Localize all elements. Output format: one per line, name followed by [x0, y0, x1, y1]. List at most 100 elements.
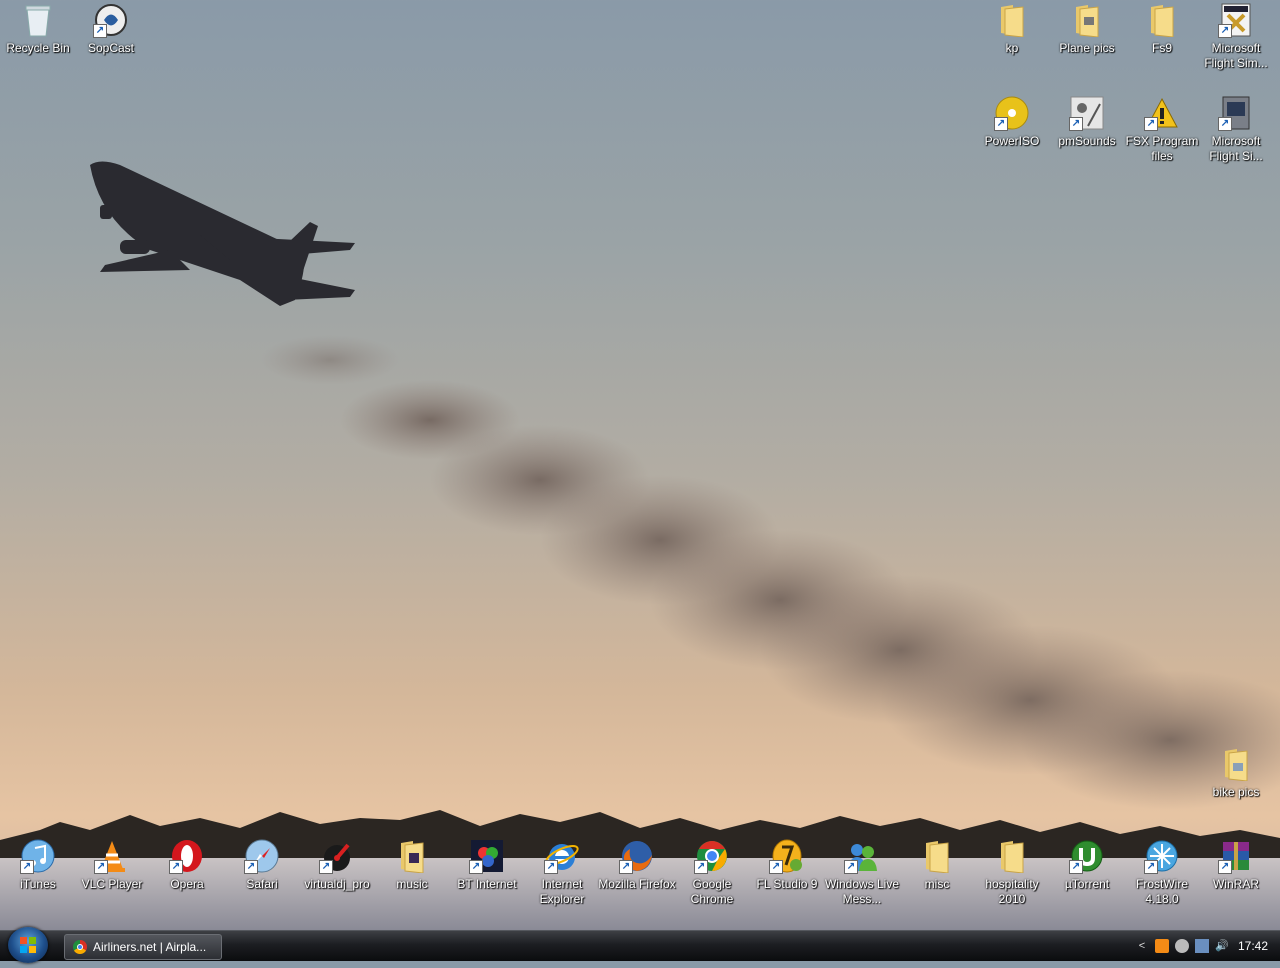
shortcut-arrow-icon: ↗: [20, 860, 34, 874]
windows-logo-icon: [20, 937, 36, 953]
taskbar: Airliners.net | Airpla... < 🔊 17:42: [0, 927, 1280, 963]
fl-studio-icon: ↗: [769, 838, 805, 874]
icon-label: music: [396, 877, 428, 891]
start-button[interactable]: [8, 927, 48, 963]
icon-label: pmSounds: [1058, 134, 1116, 148]
icon-label: hospitality 2010: [985, 877, 1039, 906]
sopcast-icon: ↗: [93, 2, 129, 38]
shortcut-arrow-icon: ↗: [169, 860, 183, 874]
pmsounds-icon: ↗: [1069, 95, 1105, 131]
desktop-icon-flight-sim-2[interactable]: ↗ Microsoft Flight Si...: [1198, 95, 1274, 164]
folder-icon: [394, 838, 430, 874]
desktop-icon-vlc[interactable]: ↗ VLC Player: [74, 838, 150, 892]
internet-explorer-icon: ↗: [544, 838, 580, 874]
desktop-icon-sopcast[interactable]: ↗ SopCast: [73, 2, 149, 56]
icon-label: BT Internet: [457, 877, 517, 891]
icon-label: Microsoft Flight Sim...: [1204, 41, 1268, 70]
volume-icon[interactable]: 🔊: [1215, 939, 1229, 953]
shortcut-arrow-icon: ↗: [994, 117, 1008, 131]
desktop-icon-firefox[interactable]: ↗ Mozilla Firefox: [598, 838, 676, 892]
desktop-icon-pmsounds[interactable]: ↗ pmSounds: [1049, 95, 1125, 149]
safari-icon: ↗: [244, 838, 280, 874]
desktop-icon-fl-studio[interactable]: ↗ FL Studio 9: [749, 838, 825, 892]
flight-sim-icon: ↗: [1218, 95, 1254, 131]
icon-label: PowerISO: [984, 134, 1040, 148]
desktop-icon-itunes[interactable]: ↗ iTunes: [0, 838, 76, 892]
icon-label: Google Chrome: [690, 877, 734, 906]
shortcut-arrow-icon: ↗: [1069, 117, 1083, 131]
icon-label: iTunes: [20, 877, 56, 891]
shortcut-arrow-icon: ↗: [93, 24, 107, 38]
shortcut-arrow-icon: ↗: [1218, 24, 1232, 38]
icon-label: µTorrent: [1064, 877, 1110, 891]
shortcut-arrow-icon: ↗: [1144, 117, 1158, 131]
firefox-icon: ↗: [619, 838, 655, 874]
desktop-icon-utorrent[interactable]: ↗ µTorrent: [1049, 838, 1125, 892]
desktop-icon-flight-sim-1[interactable]: ↗ Microsoft Flight Sim...: [1198, 2, 1274, 71]
folder-icon: [1218, 746, 1254, 782]
live-messenger-icon: ↗: [844, 838, 880, 874]
desktop-icon-bt-internet[interactable]: ↗ BT Internet: [449, 838, 525, 892]
contrail: [260, 335, 1280, 810]
shortcut-arrow-icon: ↗: [1218, 117, 1232, 131]
recycle-bin-icon: [20, 2, 56, 38]
icon-label: Plane pics: [1059, 41, 1115, 55]
chrome-icon: ↗: [694, 838, 730, 874]
shortcut-arrow-icon: ↗: [844, 860, 858, 874]
folder-icon: [1069, 2, 1105, 38]
folder-icon: [994, 838, 1030, 874]
icon-label: Mozilla Firefox: [598, 877, 676, 891]
icon-label: Opera: [170, 877, 204, 891]
icon-label: WinRAR: [1212, 877, 1259, 891]
desktop-icon-internet-explorer[interactable]: ↗ Internet Explorer: [524, 838, 600, 907]
warning-icon: ↗: [1144, 95, 1180, 131]
icon-label: SopCast: [87, 41, 135, 55]
desktop-icon-music[interactable]: music: [374, 838, 450, 892]
show-hidden-icons-button[interactable]: <: [1135, 939, 1149, 953]
desktop-icon-misc[interactable]: misc: [899, 838, 975, 892]
winrar-icon: ↗: [1218, 838, 1254, 874]
desktop-icon-live-messenger[interactable]: ↗ Windows Live Mess...: [824, 838, 900, 907]
desktop-icon-fs9[interactable]: Fs9: [1124, 2, 1200, 56]
bt-internet-icon: ↗: [469, 838, 505, 874]
desktop-icon-poweriso[interactable]: ↗ PowerISO: [974, 95, 1050, 149]
folder-icon: [919, 838, 955, 874]
utorrent-icon: ↗: [1069, 838, 1105, 874]
desktop-icon-kp[interactable]: kp: [974, 2, 1050, 56]
desktop-icon-recycle-bin[interactable]: Recycle Bin: [0, 2, 76, 56]
poweriso-icon: ↗: [994, 95, 1030, 131]
icon-label: Fs9: [1151, 41, 1172, 55]
itunes-icon: ↗: [20, 838, 56, 874]
desktop-icon-virtualdj[interactable]: ↗ virtualdj_pro: [299, 838, 375, 892]
icon-label: VLC Player: [81, 877, 143, 891]
taskbar-button-chrome-window[interactable]: Airliners.net | Airpla...: [64, 934, 222, 960]
shortcut-arrow-icon: ↗: [1144, 860, 1158, 874]
icon-label: Recycle Bin: [6, 41, 70, 55]
folder-icon: [994, 2, 1030, 38]
folder-icon: [1144, 2, 1180, 38]
desktop-icon-plane-pics[interactable]: Plane pics: [1049, 2, 1125, 56]
clock[interactable]: 17:42: [1238, 939, 1268, 953]
desktop: Recycle Bin ↗ SopCast kp Plane pics Fs9 …: [0, 0, 1280, 930]
desktop-icon-winrar[interactable]: ↗ WinRAR: [1198, 838, 1274, 892]
vlc-icon: ↗: [94, 838, 130, 874]
desktop-icon-google-chrome[interactable]: ↗ Google Chrome: [674, 838, 750, 907]
taskbar-button-label: Airliners.net | Airpla...: [93, 940, 207, 954]
network-icon[interactable]: [1194, 939, 1209, 953]
desktop-icon-opera[interactable]: ↗ Opera: [149, 838, 225, 892]
desktop-icon-bike-pics[interactable]: bike pics: [1198, 746, 1274, 800]
system-tray: < 🔊 17:42: [1132, 931, 1280, 961]
desktop-icon-frostwire[interactable]: ↗ FrostWire 4.18.0: [1124, 838, 1200, 907]
vlc-tray-icon[interactable]: [1154, 939, 1169, 953]
desktop-icon-hospitality-2010[interactable]: hospitality 2010: [974, 838, 1050, 907]
airplane: [90, 161, 355, 306]
shortcut-arrow-icon: ↗: [319, 860, 333, 874]
disc-tray-icon[interactable]: [1174, 939, 1189, 953]
desktop-icon-safari[interactable]: ↗ Safari: [224, 838, 300, 892]
icon-label: Safari: [246, 877, 278, 891]
shortcut-arrow-icon: ↗: [469, 860, 483, 874]
icon-label: bike pics: [1212, 785, 1260, 799]
desktop-icon-fsx-program-files[interactable]: ↗ FSX Program files: [1124, 95, 1200, 164]
shortcut-arrow-icon: ↗: [694, 860, 708, 874]
icon-label: misc: [924, 877, 950, 891]
